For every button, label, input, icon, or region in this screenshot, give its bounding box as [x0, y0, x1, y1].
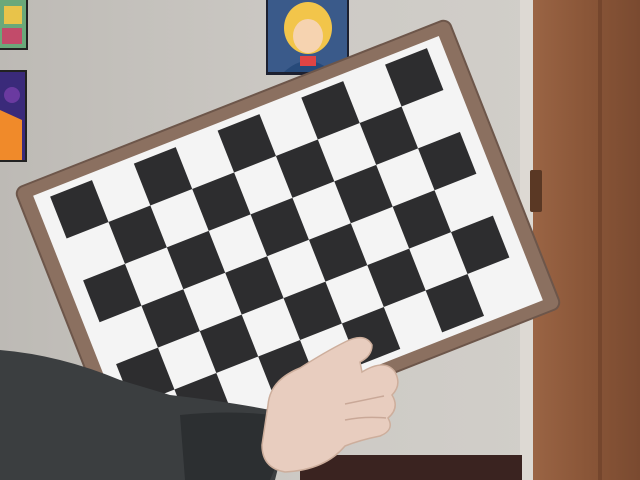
poster-top-left	[0, 0, 28, 50]
scene-svg	[0, 0, 640, 480]
door-hinge	[530, 170, 542, 212]
photo-scene	[0, 0, 640, 480]
door-panel-line	[598, 0, 602, 480]
baseboard	[300, 455, 522, 480]
poster-middle-left	[0, 70, 27, 162]
door	[533, 0, 640, 480]
